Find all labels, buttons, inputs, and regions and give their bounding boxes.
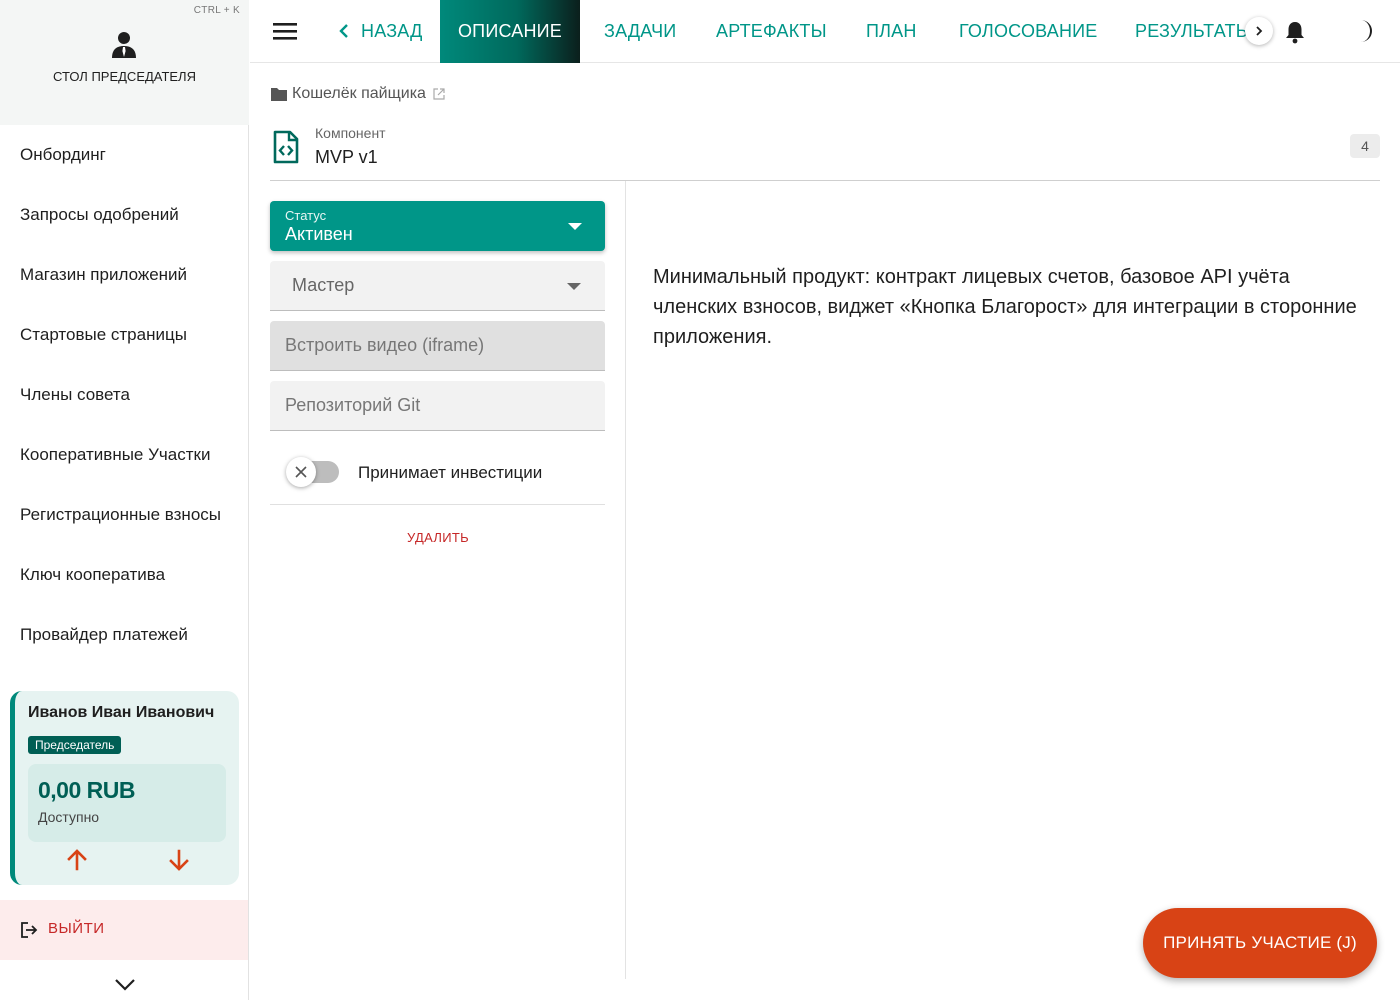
investments-toggle-knob[interactable]	[286, 457, 316, 487]
tab-artifacts[interactable]: АРТЕФАКТЫ	[716, 0, 827, 63]
component-description: Минимальный продукт: контракт лицевых сч…	[653, 266, 1357, 348]
back-button[interactable]: НАЗАД	[334, 0, 422, 63]
chevron-down-icon[interactable]	[113, 973, 137, 995]
header-divider	[270, 180, 1380, 181]
top-navigation-bar: НАЗАД ОПИСАНИЕ ЗАДАЧИ АРТЕФАКТЫ ПЛАН ГОЛ…	[250, 0, 1400, 63]
sidebar-item-coop-plots[interactable]: Кооперативные Участки	[0, 425, 249, 485]
sidebar-header: CTRL + K СТОЛ ПРЕДСЕДАТЕЛЯ	[0, 0, 249, 125]
hamburger-menu-icon[interactable]	[272, 19, 298, 43]
status-select-label: Статус	[285, 208, 327, 223]
sidebar: CTRL + K СТОЛ ПРЕДСЕДАТЕЛЯ Онбординг Зап…	[0, 0, 249, 1000]
external-link-icon[interactable]	[433, 88, 445, 100]
master-select-placeholder: Мастер	[292, 275, 355, 295]
chairman-user-icon	[112, 32, 136, 58]
sidebar-menu: Онбординг Запросы одобрений Магазин прил…	[0, 125, 249, 665]
sidebar-item-registration-fees[interactable]: Регистрационные взносы	[0, 485, 249, 545]
git-repository-placeholder: Репозиторий Git	[285, 395, 421, 415]
sidebar-item-app-store[interactable]: Магазин приложений	[0, 245, 249, 305]
tab-tasks[interactable]: ЗАДАЧИ	[604, 0, 676, 63]
notifications-bell-icon[interactable]	[1284, 20, 1306, 44]
chevron-left-icon	[339, 24, 348, 38]
master-select[interactable]: Мастер	[270, 261, 605, 311]
breadcrumb-project-link[interactable]: Кошелёк пайщика	[292, 85, 426, 103]
dropdown-arrow-icon	[567, 283, 581, 290]
investments-toggle-row: Принимает инвестиции	[270, 449, 605, 505]
user-role-badge: Председатель	[28, 736, 122, 754]
tab-description[interactable]: ОПИСАНИЕ	[440, 0, 580, 63]
user-name[interactable]: Иванов Иван Иванович	[28, 704, 214, 722]
chevron-right-icon	[1256, 26, 1263, 36]
balance-amount: 0,00 RUB	[38, 777, 135, 803]
component-count-badge: 4	[1350, 134, 1380, 158]
code-file-icon	[273, 130, 299, 164]
dropdown-arrow-icon	[568, 223, 582, 230]
balance-caption: Доступно	[38, 809, 100, 825]
tab-results[interactable]: РЕЗУЛЬТАТЫ	[1135, 0, 1253, 63]
component-type-label: Компонент	[315, 125, 386, 141]
deposit-arrow-up-icon[interactable]	[66, 849, 88, 871]
sidebar-item-payment-provider[interactable]: Провайдер платежей	[0, 605, 249, 665]
video-iframe-placeholder: Встроить видео (iframe)	[285, 335, 485, 355]
sidebar-title: СТОЛ ПРЕДСЕДАТЕЛЯ	[53, 69, 196, 84]
logout-icon	[21, 922, 38, 938]
folder-icon	[271, 88, 287, 101]
git-repository-input[interactable]: Репозиторий Git	[270, 381, 605, 431]
status-select-value: Активен	[285, 224, 353, 244]
delete-button[interactable]: УДАЛИТЬ	[390, 530, 486, 552]
wallet-balance: 0,00 RUB Доступно	[28, 764, 226, 842]
panel-divider	[625, 181, 626, 979]
logout-label: ВЫЙТИ	[48, 920, 105, 937]
component-name: MVP v1	[315, 147, 378, 167]
back-label: НАЗАД	[361, 21, 423, 41]
participate-button[interactable]: ПРИНЯТЬ УЧАСТИЕ (J)	[1143, 908, 1377, 978]
video-iframe-input[interactable]: Встроить видео (iframe)	[270, 321, 605, 371]
status-select[interactable]: Статус Активен	[270, 201, 605, 251]
withdraw-arrow-down-icon[interactable]	[168, 849, 190, 871]
tabs-scroll-right-button[interactable]	[1245, 17, 1273, 45]
sidebar-item-board-members[interactable]: Члены совета	[0, 365, 249, 425]
tab-voting[interactable]: ГОЛОСОВАНИЕ	[959, 0, 1098, 63]
logout-button[interactable]: ВЫЙТИ	[0, 900, 248, 960]
dark-mode-moon-icon[interactable]	[1352, 18, 1378, 44]
user-card: Иванов Иван Иванович Председатель 0,00 R…	[10, 691, 239, 885]
tab-plan[interactable]: ПЛАН	[866, 0, 917, 63]
sidebar-item-approval-requests[interactable]: Запросы одобрений	[0, 185, 249, 245]
search-shortcut-hint[interactable]: CTRL + K	[194, 5, 240, 16]
sidebar-item-onboarding[interactable]: Онбординг	[0, 125, 249, 185]
sidebar-item-start-pages[interactable]: Стартовые страницы	[0, 305, 249, 365]
close-icon	[295, 466, 307, 478]
sidebar-item-coop-key[interactable]: Ключ кооператива	[0, 545, 249, 605]
investments-toggle-label: Принимает инвестиции	[358, 463, 543, 482]
